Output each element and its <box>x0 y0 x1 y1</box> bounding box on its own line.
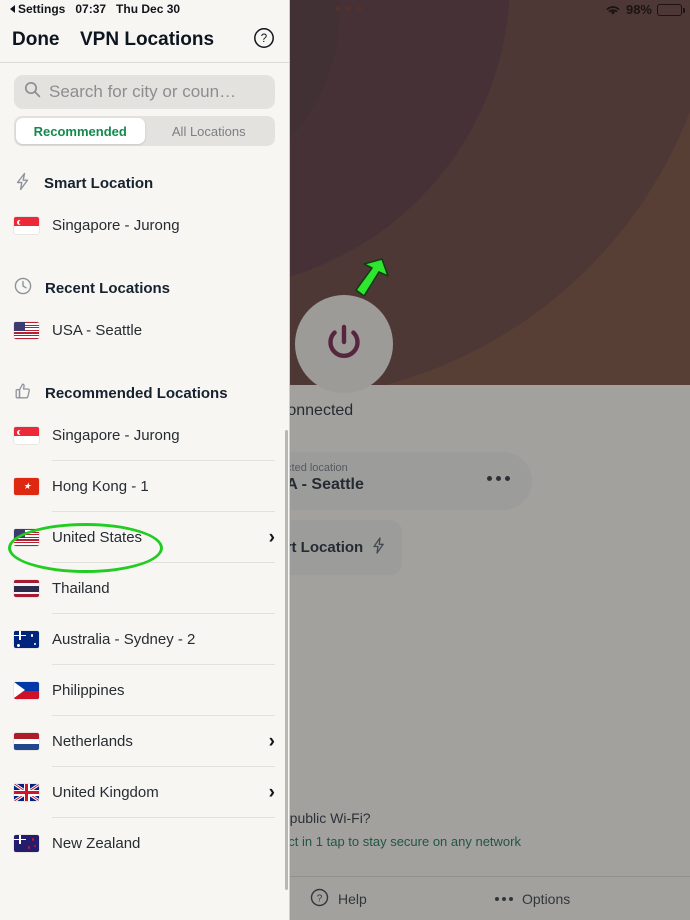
usa-flag <box>14 322 39 339</box>
back-to-settings-button[interactable]: Settings <box>10 2 65 16</box>
window-dot <box>357 6 362 11</box>
screen-root: 98% Not connected Selected location USA … <box>0 0 690 920</box>
section-header-smart-location: Smart Location <box>0 166 289 200</box>
annotation-ellipse-united-states <box>8 523 163 573</box>
list-item-label: Netherlands <box>52 733 133 750</box>
status-bar-left: Settings 07:37 Thu Dec 30 <box>0 0 289 18</box>
section-title: Recommended Locations <box>45 384 228 402</box>
chevron-right-icon[interactable]: › <box>269 528 275 547</box>
netherlands-flag <box>14 733 39 750</box>
done-button[interactable]: Done <box>12 29 60 51</box>
singapore-flag <box>14 217 39 234</box>
search-input[interactable]: Search for city or coun… <box>14 75 275 109</box>
svg-text:?: ? <box>261 33 267 45</box>
hongkong-flag: ★ <box>14 478 39 495</box>
list-item-singapore-jurong[interactable]: Singapore - Jurong <box>14 410 275 461</box>
philippines-flag <box>14 682 39 699</box>
section-header-recommended-locations: Recommended Locations <box>0 376 289 410</box>
chevron-right-icon[interactable]: › <box>269 732 275 751</box>
list-item-australia-sydney-2[interactable]: Australia - Sydney - 2 <box>14 614 275 665</box>
thumbs-up-icon <box>14 382 32 404</box>
lightning-bolt-icon <box>14 172 31 195</box>
list-item-united-kingdom[interactable]: United Kingdom › <box>14 767 275 818</box>
panel-navbar: Done VPN Locations ? <box>0 18 289 63</box>
list-item-label: United Kingdom <box>52 784 159 801</box>
singapore-flag <box>14 427 39 444</box>
status-date: Thu Dec 30 <box>116 2 181 16</box>
search-placeholder: Search for city or coun… <box>49 82 237 101</box>
list-item-smart-singapore[interactable]: Singapore - Jurong <box>14 200 275 251</box>
list-item-label: Australia - Sydney - 2 <box>52 631 196 648</box>
australia-flag <box>14 631 39 648</box>
window-dots-icon[interactable] <box>335 6 362 11</box>
clock-icon <box>14 277 32 299</box>
battery-percent-label: 98% <box>625 2 652 17</box>
segmented-control: Recommended All Locations <box>14 116 275 146</box>
search-area: Search for city or coun… <box>0 63 289 109</box>
thailand-flag <box>14 580 39 597</box>
status-bar-right: 98% <box>605 2 685 17</box>
chevron-right-icon[interactable]: › <box>269 783 275 802</box>
window-dot <box>335 6 340 11</box>
list-item-label: Singapore - Jurong <box>52 427 180 444</box>
page-title: VPN Locations <box>80 29 215 50</box>
newzealand-flag <box>14 835 39 852</box>
help-circle-icon[interactable]: ? <box>253 27 275 54</box>
battery-icon <box>657 3 685 16</box>
list-item-label: Singapore - Jurong <box>52 217 180 234</box>
list-item-label: Hong Kong - 1 <box>52 478 149 495</box>
list-item-label: Philippines <box>52 682 125 699</box>
list-item-netherlands[interactable]: Netherlands › <box>14 716 275 767</box>
list-item-label: Thailand <box>52 580 110 597</box>
status-time: 07:37 <box>75 2 107 16</box>
tab-all-locations[interactable]: All Locations <box>145 118 274 144</box>
panel-scrollbar[interactable] <box>285 430 288 890</box>
list-item-recent-usa-seattle[interactable]: USA - Seattle <box>14 305 275 356</box>
vpn-locations-panel: Settings 07:37 Thu Dec 30 Done VPN Locat… <box>0 0 290 920</box>
locations-list: Smart Location Singapore - Jurong Recent… <box>0 166 289 879</box>
wifi-icon <box>605 4 621 16</box>
list-item-philippines[interactable]: Philippines <box>14 665 275 716</box>
section-title: Smart Location <box>44 174 154 192</box>
section-title: Recent Locations <box>45 279 171 297</box>
search-icon <box>24 81 41 103</box>
back-triangle-icon <box>10 5 15 13</box>
list-item-new-zealand[interactable]: New Zealand <box>14 818 275 869</box>
window-dot <box>346 6 351 11</box>
tab-recommended[interactable]: Recommended <box>16 118 145 144</box>
list-item-label: USA - Seattle <box>52 322 143 339</box>
back-app-label: Settings <box>18 2 66 16</box>
uk-flag <box>14 784 39 801</box>
list-item-hong-kong-1[interactable]: ★ Hong Kong - 1 <box>14 461 275 512</box>
annotation-arrow-power-button <box>348 256 396 311</box>
list-item-label: New Zealand <box>52 835 141 852</box>
section-header-recent-locations: Recent Locations <box>0 271 289 305</box>
